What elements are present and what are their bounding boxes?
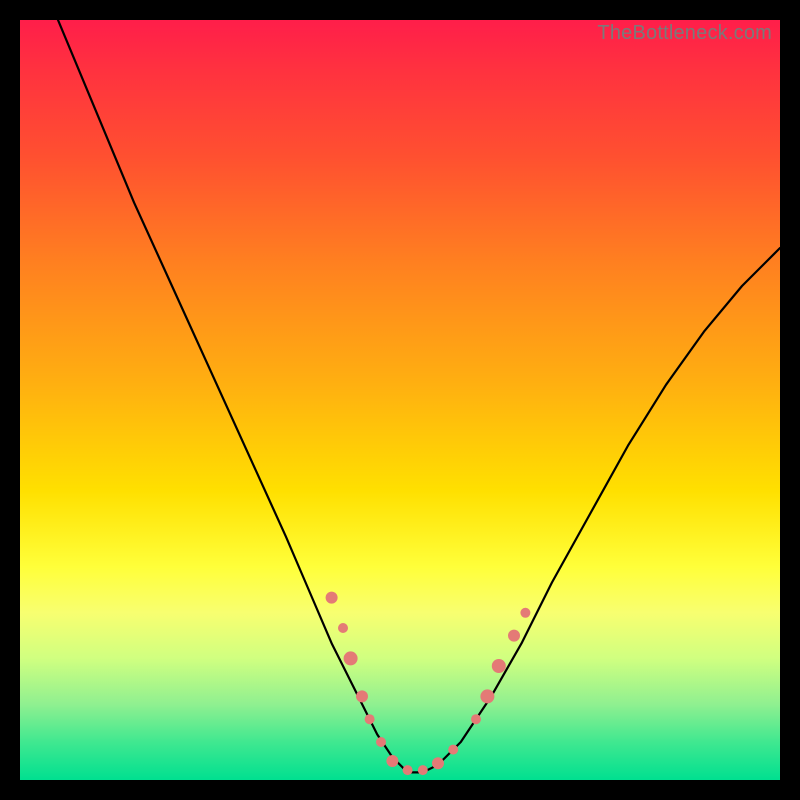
curve-marker: [326, 592, 338, 604]
curve-marker: [344, 651, 358, 665]
curve-marker: [386, 755, 398, 767]
curve-marker: [492, 659, 506, 673]
curve-marker: [520, 608, 530, 618]
chart-frame: TheBottleneck.com: [0, 0, 800, 800]
curve-marker: [376, 737, 386, 747]
curve-marker: [403, 765, 413, 775]
curve-marker: [365, 714, 375, 724]
bottleneck-curve: [20, 20, 780, 780]
watermark-text: TheBottleneck.com: [597, 22, 772, 45]
curve-marker: [471, 714, 481, 724]
curve-marker: [480, 689, 494, 703]
curve-marker: [432, 757, 444, 769]
curve-marker: [448, 745, 458, 755]
curve-marker: [508, 630, 520, 642]
curve-marker: [418, 765, 428, 775]
curve-marker: [338, 623, 348, 633]
curve-marker: [356, 690, 368, 702]
plot-area: TheBottleneck.com: [20, 20, 780, 780]
